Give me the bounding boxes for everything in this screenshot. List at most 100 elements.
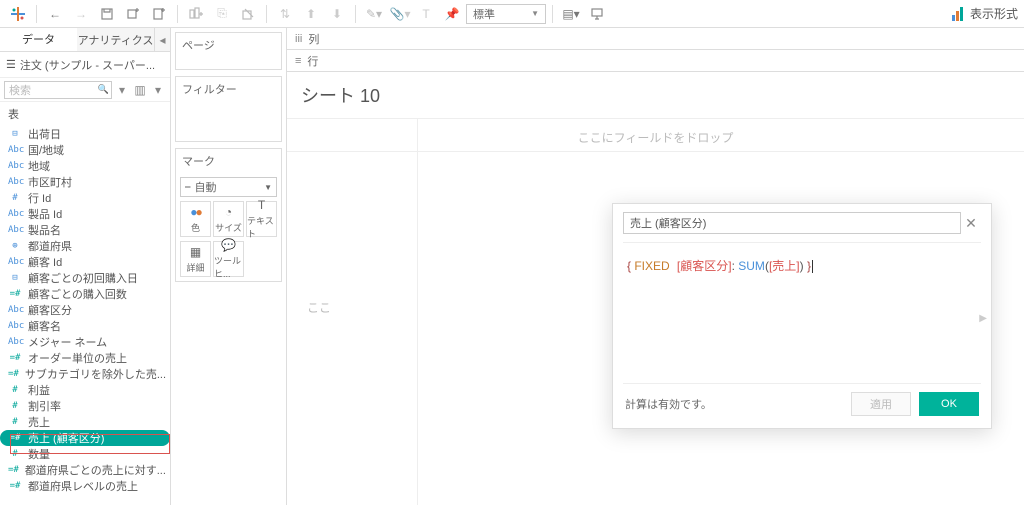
search-input[interactable]: 検索 [4, 81, 112, 99]
text-icon: T [258, 198, 265, 212]
field-row[interactable]: Abc国/地域 [0, 142, 170, 158]
calc-icon: =# [8, 353, 22, 363]
newws-icon[interactable] [147, 2, 171, 26]
cards-icon[interactable]: ▤▾ [559, 2, 583, 26]
field-row[interactable]: ⊕都道府県 [0, 238, 170, 254]
showme-icon [952, 7, 966, 21]
view-icon[interactable]: ▥ [132, 82, 148, 98]
field-row[interactable]: # 利益 [0, 382, 170, 398]
datasource-row[interactable]: ☰ 注文 (サンプル - スーパー... [0, 52, 170, 78]
mark-text-button[interactable]: Tテキスト [246, 201, 277, 237]
main: データ アナリティクス ◂ ☰ 注文 (サンプル - スーパー... 検索 ▾ … [0, 28, 1024, 505]
save-icon[interactable] [95, 2, 119, 26]
mark-detail-button[interactable]: ▦詳細 [180, 241, 211, 277]
abc-icon: Abc [8, 145, 22, 155]
swap-icon[interactable]: ⇅ [273, 2, 297, 26]
group-icon[interactable]: 📎▾ [388, 2, 412, 26]
present-icon[interactable] [585, 2, 609, 26]
field-label: 顧客ごとの初回購入日 [28, 270, 138, 286]
field-row[interactable]: Abc製品 Id [0, 206, 170, 222]
marks-card: マーク ⎯自動 ▼ ●●色 ◔サイズ Tテキスト ▦詳細 💬ツールヒ... [175, 148, 282, 282]
sortdesc-icon[interactable]: ⬇ [325, 2, 349, 26]
side-collapse-icon[interactable]: ◂ [154, 28, 170, 51]
field-row[interactable]: =#サブカテゴリを除外した売... [0, 366, 170, 382]
newsheet-icon[interactable] [184, 2, 208, 26]
pin-icon[interactable]: 📌 [440, 2, 464, 26]
mark-color-button[interactable]: ●●色 [180, 201, 211, 237]
columns-shelf[interactable]: iii 列 [287, 28, 1024, 50]
marks-type-select[interactable]: ⎯自動 ▼ [180, 177, 277, 197]
marks-grid-2: ▦詳細 💬ツールヒ... [180, 241, 277, 277]
field-row[interactable]: Abc製品名 [0, 222, 170, 238]
field-label: 都道府県レベルの売上 [28, 478, 138, 494]
field-label: 都道府県ごとの売上に対す... [25, 462, 166, 478]
field-label: オーダー単位の売上 [28, 350, 127, 366]
tab-analytics[interactable]: アナリティクス [77, 28, 154, 51]
calc-status: 計算は有効です。 [625, 396, 843, 412]
menu-icon[interactable]: ▾ [150, 82, 166, 98]
field-row[interactable]: =#都道府県ごとの売上に対す... [0, 462, 170, 478]
apply-button[interactable]: 適用 [851, 392, 911, 416]
expand-icon[interactable]: ▶ [979, 313, 987, 324]
pages-card: ページ [175, 32, 282, 70]
field-row[interactable]: ⊟顧客ごとの初回購入日 [0, 270, 170, 286]
field-row[interactable]: #売上 [0, 414, 170, 430]
abc-icon: Abc [8, 177, 22, 187]
filter-icon[interactable]: ▾ [114, 82, 130, 98]
field-row[interactable]: Abc顧客 Id [0, 254, 170, 270]
field-label: 利益 [28, 382, 50, 398]
field-row[interactable]: =#顧客ごとの購入回数 [0, 286, 170, 302]
mark-size-button[interactable]: ◔サイズ [213, 201, 244, 237]
close-icon[interactable]: ✕ [961, 215, 981, 232]
field-row[interactable]: Abc 市区町村 [0, 174, 170, 190]
field-row[interactable]: Abc地域 [0, 158, 170, 174]
hash-icon: # [8, 193, 22, 203]
datasource-label: 注文 (サンプル - スーパー... [20, 57, 155, 73]
tab-data[interactable]: データ [0, 28, 77, 51]
field-label: 売上 (顧客区分) [28, 430, 104, 446]
field-row[interactable]: #行 Id [0, 190, 170, 206]
columns-icon: iii [295, 33, 302, 45]
sortasc-icon[interactable]: ⬆ [299, 2, 323, 26]
field-row[interactable]: =#都道府県レベルの売上 [0, 478, 170, 494]
fit-dropdown[interactable]: 標準▼ [466, 4, 546, 24]
datasource-icon: ☰ [6, 58, 16, 71]
field-row[interactable]: Abc顧客区分 [0, 302, 170, 318]
field-row[interactable]: ⊟出荷日 [0, 126, 170, 142]
pages-title: ページ [176, 33, 281, 57]
cards-column: ページ フィルター マーク ⎯自動 ▼ ●●色 ◔サイズ Tテキスト ▦詳細 [171, 28, 287, 505]
ok-button[interactable]: OK [919, 392, 979, 416]
newds-icon[interactable] [121, 2, 145, 26]
duplicate-icon[interactable]: ⎘ [210, 2, 234, 26]
field-label: 顧客区分 [28, 302, 72, 318]
showme-button[interactable]: 表示形式 [952, 5, 1018, 22]
field-row[interactable]: Abc顧客名 [0, 318, 170, 334]
calc-icon: =# [8, 289, 22, 299]
calc-name-input[interactable]: 売上 (顧客区分) [623, 212, 961, 234]
drop-hint-top: ここにフィールドをドロップ [578, 129, 734, 146]
size-icon: ◔ [225, 205, 232, 219]
num-icon: # [8, 449, 22, 459]
toolbar: ← → ⎘ ⇅ ⬆ ⬇ ✎▾ 📎▾ T 📌 標準▼ ▤▾ 表示形式 [0, 0, 1024, 28]
highlight-icon[interactable]: ✎▾ [362, 2, 386, 26]
calc-formula-editor[interactable]: { FIXED [顧客区分]: SUM([売上]) } ▶ [613, 243, 991, 383]
data-pane: データ アナリティクス ◂ ☰ 注文 (サンプル - スーパー... 検索 ▾ … [0, 28, 171, 505]
detail-icon: ▦ [190, 245, 201, 259]
label-icon[interactable]: T [414, 2, 438, 26]
field-row[interactable]: =#売上 (顧客区分) [0, 430, 170, 446]
back-icon[interactable]: ← [43, 2, 67, 26]
rows-label: 行 [307, 53, 318, 69]
field-label: 市区町村 [28, 174, 72, 190]
field-row[interactable]: #数量 [0, 446, 170, 462]
forward-icon[interactable]: → [69, 2, 93, 26]
field-row[interactable]: =# オーダー単位の売上 [0, 350, 170, 366]
field-label: メジャー ネーム [28, 334, 107, 350]
mark-tooltip-button[interactable]: 💬ツールヒ... [213, 241, 244, 277]
search-row: 検索 ▾ ▥ ▾ [0, 78, 170, 102]
field-row[interactable]: Abcメジャー ネーム [0, 334, 170, 350]
rows-shelf[interactable]: ≡ 行 [287, 50, 1024, 72]
clear-icon[interactable] [236, 2, 260, 26]
num-icon: # [8, 385, 22, 395]
marks-type-label: 自動 [195, 179, 217, 195]
field-row[interactable]: #割引率 [0, 398, 170, 414]
